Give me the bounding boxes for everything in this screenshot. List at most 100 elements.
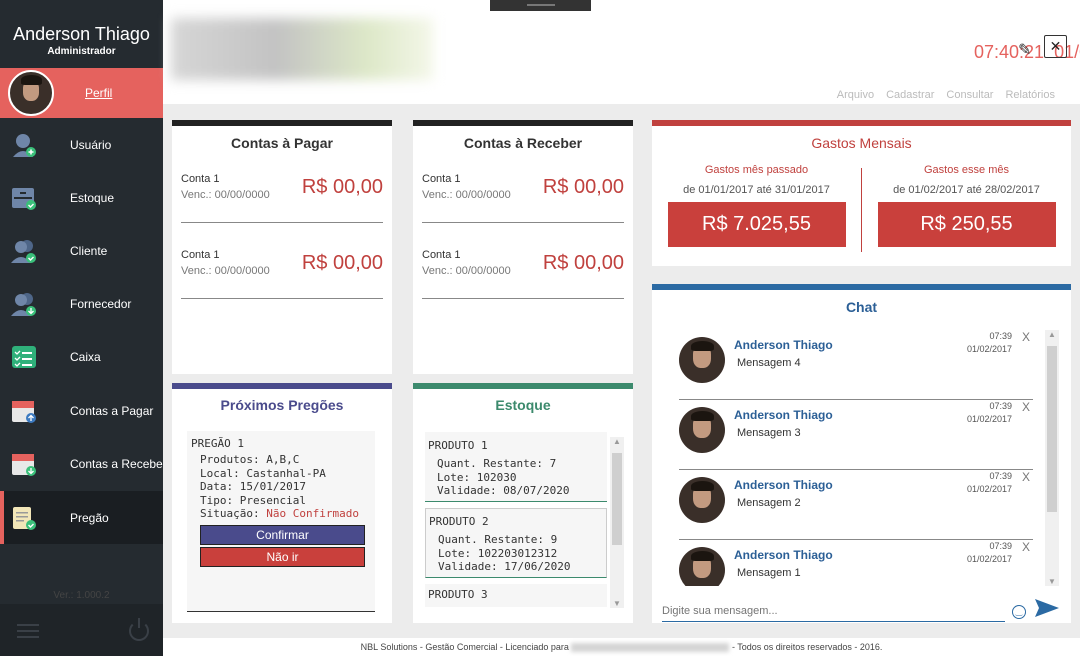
conta-due: Venc.: 00/00/0000 xyxy=(181,265,270,277)
confirm-button[interactable]: Confirmar xyxy=(200,525,365,545)
sidebar-item-cliente[interactable]: Cliente xyxy=(0,224,163,277)
avatar xyxy=(679,477,725,523)
menu-consultar[interactable]: Consultar xyxy=(946,89,993,101)
chat-sender: Anderson Thiago xyxy=(734,478,833,492)
chat-message[interactable]: Anderson Thiago Mensagem 2 07:39 01/02/20… xyxy=(679,470,1033,540)
footer-license: NBL Solutions - Gestão Comercial - Licen… xyxy=(360,642,569,652)
conta-amount: R$ 00,00 xyxy=(301,176,383,198)
sidebar-item-label: Contas a Recebe xyxy=(70,456,163,471)
estoque-scrollbar[interactable]: ▲ ▼ xyxy=(610,437,624,608)
pregao-situacao-label: Situação: xyxy=(200,507,260,520)
chat-message[interactable]: Anderson Thiago Mensagem 4 07:39 01/02/20… xyxy=(679,330,1033,400)
chat-time: 07:39 01/02/2017 xyxy=(967,400,1012,426)
sidebar-item-pregao[interactable]: Pregão xyxy=(0,491,163,544)
menu-cadastrar[interactable]: Cadastrar xyxy=(886,89,934,101)
menu-relatorios[interactable]: Relatórios xyxy=(1005,89,1055,101)
gastos-label: Gastos mês passado xyxy=(704,164,809,176)
chat-message[interactable]: Anderson Thiago Mensagem 1 07:39 01/02/20… xyxy=(679,540,1033,586)
gastos-card: Gastos Mensais Gastos mês passado de 01/… xyxy=(652,120,1071,266)
estoque-item[interactable]: PRODUTO 1 Quant. Restante: 7 Lote: 10203… xyxy=(425,432,607,502)
sidebar-item-label: Estoque xyxy=(70,190,115,205)
emoji-icon[interactable]: ‿ xyxy=(1012,605,1026,619)
chat-time-hour: 07:39 xyxy=(989,401,1012,411)
gastos-period: de 01/02/2017 até 28/02/2017 xyxy=(893,184,1040,196)
header: 07:40:21 01/02/2017 ✎ ✕ Arquivo Cadastra… xyxy=(163,0,1080,104)
estoque-item[interactable]: PRODUTO 2 Quant. Restante: 9 Lote: 10220… xyxy=(425,508,607,578)
cash-checklist-icon xyxy=(11,344,37,370)
sidebar-item-contas-receber[interactable]: Contas a Recebe xyxy=(0,437,163,490)
pregao-data: Data: 15/01/2017 xyxy=(200,480,306,493)
estoque-card: Estoque PRODUTO 1 Quant. Restante: 7 Lot… xyxy=(413,383,633,623)
sidebar-item-label: Perfil xyxy=(85,86,113,100)
sidebar-item-fornecedor[interactable]: Fornecedor xyxy=(0,277,163,330)
calendar-up-icon xyxy=(11,398,37,424)
chat-time-hour: 07:39 xyxy=(989,471,1012,481)
send-icon[interactable] xyxy=(1033,597,1061,624)
pregao-name: PREGÃO 1 xyxy=(191,437,244,450)
user-role: Administrador xyxy=(47,46,116,57)
card-title: Gastos Mensais xyxy=(811,135,912,151)
avatar xyxy=(679,337,725,383)
chat-time-date: 01/02/2017 xyxy=(966,554,1012,564)
gastos-previous: Gastos mês passado de 01/01/2017 até 31/… xyxy=(652,164,861,247)
delete-message-icon[interactable]: X xyxy=(1022,330,1030,344)
power-icon[interactable] xyxy=(129,618,149,641)
conta-item[interactable]: Conta 1 Venc.: 00/00/0000 R$ 00,00 xyxy=(422,163,624,223)
produto-validade: Validade: 08/07/2020 xyxy=(437,484,570,497)
gastos-value: R$ 7.025,55 xyxy=(667,202,846,247)
contas-receber-card: Contas à Receber Conta 1 Venc.: 00/00/00… xyxy=(413,120,633,374)
close-button[interactable]: ✕ xyxy=(1044,35,1067,58)
chat-sender: Anderson Thiago xyxy=(734,408,833,422)
produto-name: PRODUTO 1 xyxy=(428,439,488,452)
produto-qty: Quant. Restante: 7 xyxy=(437,457,557,470)
version-label: Ver.: 1.000.2 xyxy=(53,590,110,601)
contas-pagar-card: Contas à Pagar Conta 1 Venc.: 00/00/0000… xyxy=(172,120,392,374)
user-name: Anderson Thiago xyxy=(13,24,150,44)
menu-arquivo[interactable]: Arquivo xyxy=(837,89,874,101)
conta-amount: R$ 00,00 xyxy=(301,252,383,274)
sidebar-item-caixa[interactable]: Caixa xyxy=(0,330,163,383)
pin-icon[interactable]: ✎ xyxy=(1018,40,1031,60)
chat-card: Chat Anderson Thiago Mensagem 4 07:39 01/… xyxy=(652,284,1071,623)
sidebar-item-contas-pagar[interactable]: Contas a Pagar xyxy=(0,384,163,437)
footer: NBL Solutions - Gestão Comercial - Licen… xyxy=(163,638,1080,656)
gastos-label: Gastos esse mês xyxy=(924,164,1009,176)
chat-time-hour: 07:39 xyxy=(989,331,1012,341)
produto-name: PRODUTO 2 xyxy=(429,515,489,528)
chat-input[interactable] xyxy=(662,600,1005,622)
chat-time: 07:39 01/02/2017 xyxy=(967,540,1012,566)
delete-message-icon[interactable]: X xyxy=(1022,540,1030,554)
chat-time-date: 01/02/2017 xyxy=(966,344,1012,354)
conta-item[interactable]: Conta 1 Venc.: 00/00/0000 R$ 00,00 xyxy=(181,163,383,223)
chat-message[interactable]: Anderson Thiago Mensagem 3 07:39 01/02/20… xyxy=(679,400,1033,470)
sidebar-item-usuario[interactable]: Usuário xyxy=(0,118,163,171)
conta-item[interactable]: Conta 1 Venc.: 00/00/0000 R$ 00,00 xyxy=(181,239,383,299)
top-menu: Arquivo Cadastrar Consultar Relatórios xyxy=(837,89,1055,101)
decline-button[interactable]: Não ir xyxy=(200,547,365,567)
pregao-situacao: Não Confirmado xyxy=(266,507,359,520)
conta-name: Conta 1 xyxy=(181,173,220,185)
sidebar-item-perfil[interactable]: Perfil xyxy=(0,68,163,118)
chat-time: 07:39 01/02/2017 xyxy=(967,470,1012,496)
sidebar-item-label: Cliente xyxy=(70,243,108,258)
chat-scrollbar[interactable]: ▲ ▼ xyxy=(1045,330,1059,586)
delete-message-icon[interactable]: X xyxy=(1022,400,1030,414)
pregao-produtos: Produtos: A,B,C xyxy=(200,453,300,466)
pregao-item: PREGÃO 1 Produtos: A,B,C Local: Castanha… xyxy=(187,431,375,612)
hamburger-icon[interactable] xyxy=(17,624,39,638)
client-icon xyxy=(11,238,37,264)
chat-sender: Anderson Thiago xyxy=(734,338,833,352)
document-check-icon xyxy=(11,505,37,531)
conta-name: Conta 1 xyxy=(181,249,220,261)
sidebar-item-estoque[interactable]: Estoque xyxy=(0,171,163,224)
chat-text: Mensagem 3 xyxy=(737,427,801,439)
gastos-current: Gastos esse mês de 01/02/2017 até 28/02/… xyxy=(862,164,1071,247)
delete-message-icon[interactable]: X xyxy=(1022,470,1030,484)
window-grip[interactable] xyxy=(490,0,591,11)
sidebar-item-label: Contas a Pagar xyxy=(70,403,154,418)
estoque-item[interactable]: PRODUTO 3 xyxy=(425,584,607,607)
blurred-logo xyxy=(171,18,433,80)
conta-item[interactable]: Conta 1 Venc.: 00/00/0000 R$ 00,00 xyxy=(422,239,624,299)
gastos-value: R$ 250,55 xyxy=(877,202,1056,247)
sidebar-item-label: Fornecedor xyxy=(70,296,132,311)
